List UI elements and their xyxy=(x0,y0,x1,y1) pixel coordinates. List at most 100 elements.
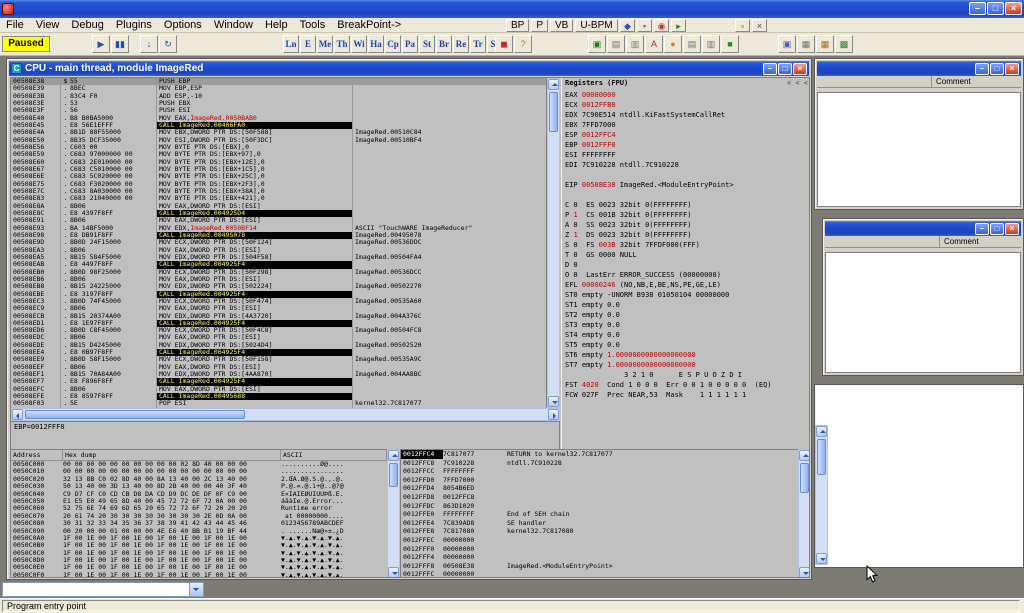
disasm-row[interactable]: 00508E83.C683 21040000 00MOV BYTE PTR DS… xyxy=(11,195,546,202)
dump-row[interactable]: 0050C06052 75 6E 74 69 6D 65 20 65 72 72… xyxy=(11,505,387,512)
register-line[interactable]: ESP 0012FFC4 xyxy=(562,130,810,140)
disasm-row[interactable]: 00508E56.C603 00MOV BYTE PTR DS:[EBX],0 xyxy=(11,144,546,151)
toolbar-letter-Cp[interactable]: Cp xyxy=(385,35,401,53)
register-line[interactable]: C 0 ES 0023 32bit 0(FFFFFFFF) xyxy=(562,200,810,210)
disasm-row[interactable]: 00508E60.C683 2E010000 00MOV BYTE PTR DS… xyxy=(11,159,546,166)
disasm-row[interactable]: 00508E39.8BECMOV EBP,ESP xyxy=(11,85,546,92)
disasm-row[interactable]: 00508E50.8B35 DCF35000MOV ESI,DWORD PTR … xyxy=(11,137,546,144)
grid-icon[interactable]: ▦ xyxy=(797,35,815,53)
breakpoint-list-icon[interactable]: ◆ xyxy=(620,19,635,32)
grid2-icon[interactable]: ▦ xyxy=(816,35,834,53)
stack-row[interactable]: 0012FFE87C817080kernel32.7C817080 xyxy=(401,527,798,536)
disasm-row[interactable]: 00508E3E.53PUSH EBX xyxy=(11,100,546,107)
toolbar-letter-Pa[interactable]: Pa xyxy=(402,35,418,53)
disasm-row[interactable]: 00508EF1.8B15 70A84A00MOV EDX,DWORD PTR … xyxy=(11,371,546,378)
rw2-body[interactable] xyxy=(825,252,1021,373)
register-line[interactable]: 3 2 1 0 E S P U O Z D I xyxy=(562,370,810,380)
dump-row[interactable]: 0050C050E1 E5 E0 49 65 8D 40 00 45 72 72… xyxy=(11,498,387,505)
doc2-icon[interactable]: ▥ xyxy=(626,35,644,53)
toolbar-letter-Tr[interactable]: Tr xyxy=(470,35,486,53)
disasm-row[interactable]: 00508EA5.8B15 584F5000MOV EDX,DWORD PTR … xyxy=(11,254,546,261)
toolbar-letter-Wi[interactable]: Wi xyxy=(351,35,367,53)
doc3-icon[interactable]: ▤ xyxy=(683,35,701,53)
register-line[interactable]: EIP 00508E38 ImageRed.<ModuleEntryPoint> xyxy=(562,180,810,190)
disasm-row[interactable]: 00508EFE.E8 8597F8FFCALL ImageRed.004956… xyxy=(11,393,546,400)
run-icon[interactable]: ▶ xyxy=(92,35,110,53)
dump-row[interactable]: 0050C00000 00 00 00 00 00 00 00 00 00 02… xyxy=(11,461,387,468)
toolbar-letter-E[interactable]: E xyxy=(300,35,316,53)
disasm-row[interactable]: 00508E4A.8B1D 88F55000MOV EBX,DWORD PTR … xyxy=(11,129,546,136)
disasm-row[interactable]: 00508E3B.83C4 F0ADD ESP,-10 xyxy=(11,93,546,100)
rw1-comment-column[interactable]: Comment xyxy=(932,76,971,87)
new-window-icon[interactable]: ▣ xyxy=(588,35,606,53)
rw1-minimize-button[interactable]: – xyxy=(975,63,989,75)
dump-row[interactable]: 0050C0E01F 00 1E 00 1F 00 1E 00 1F 00 1E… xyxy=(11,564,387,571)
disasm-row[interactable]: 00508ED1.E8 1E97F8FFCALL ImageRed.004925… xyxy=(11,320,546,327)
restore-window-icon[interactable]: ▫ xyxy=(735,19,750,32)
register-line[interactable]: EDI 7C910228 ntdll.7C910228 xyxy=(562,160,810,170)
register-line[interactable]: ST2 empty 0.0 xyxy=(562,310,810,320)
dump-row[interactable]: 0050C0F01F 00 1E 00 1F 00 1E 00 1F 00 1E… xyxy=(11,572,387,578)
step-into-icon[interactable]: ↓ xyxy=(140,35,158,53)
disasm-row[interactable]: 00508E93.BA 14BF5000MOV EDX,ImageRed.005… xyxy=(11,225,546,232)
dump-row[interactable]: 0050C02032 13 8B C0 02 8D 40 00 8A 13 40… xyxy=(11,476,387,483)
disasm-row[interactable]: 00508EDC.8B06MOV EAX,DWORD PTR DS:[ESI] xyxy=(11,334,546,341)
dump-row[interactable]: 0050C09000 20 00 00 01 00 00 00 4E E6 40… xyxy=(11,528,387,535)
minimize-button[interactable]: – xyxy=(969,2,986,15)
dump-header-address[interactable]: Address xyxy=(11,450,63,460)
dump-row[interactable]: 0050C0A01F 00 1E 00 1F 00 1E 00 1F 00 1E… xyxy=(11,535,387,542)
register-line[interactable]: EBX 7FFD7000 xyxy=(562,120,810,130)
target-icon[interactable]: ◉ xyxy=(654,19,669,32)
help-icon[interactable]: ? xyxy=(514,35,532,53)
disasm-row[interactable]: 00508E40.B8 B0BA5000MOV EAX,ImageRed.005… xyxy=(11,115,546,122)
menu-item-help[interactable]: Help xyxy=(259,18,294,32)
dump-row[interactable]: 0050C07020 61 74 20 30 30 30 30 30 30 30… xyxy=(11,513,387,520)
toolbar-letter-Ln[interactable]: Ln xyxy=(283,35,299,53)
menu-item-debug[interactable]: Debug xyxy=(65,18,109,32)
stack-row[interactable]: 0012FFD80012FFC8 xyxy=(401,493,798,502)
menu-item-plugins[interactable]: Plugins xyxy=(110,18,158,32)
breakpoint-icon[interactable]: ◼ xyxy=(495,35,513,53)
disassembly-vscrollbar[interactable] xyxy=(547,78,560,408)
register-line[interactable]: EAX 00000000 xyxy=(562,90,810,100)
toolbar-letter-Th[interactable]: Th xyxy=(334,35,350,53)
disasm-row[interactable]: 00508E9D.8B0D 24F15000MOV ECX,DWORD PTR … xyxy=(11,239,546,246)
disasm-row[interactable]: 00508EDE.8B15 D4245000MOV EDX,DWORD PTR … xyxy=(11,342,546,349)
command-combobox-value[interactable] xyxy=(3,583,189,596)
disasm-row[interactable]: 00508E8A.8B06MOV EAX,DWORD PTR DS:[ESI] xyxy=(11,203,546,210)
stack-row[interactable]: 0012FFDC863D1020 xyxy=(401,502,798,511)
dump-header-hex[interactable]: Hex dump xyxy=(63,450,281,460)
rw2-comment-column[interactable]: Comment xyxy=(940,236,979,247)
register-line[interactable]: A 0 SS 0023 32bit 0(FFFFFFFF) xyxy=(562,220,810,230)
rw2-minimize-button[interactable]: – xyxy=(975,223,989,235)
menu-plugin-button-ubpm[interactable]: U-BPM xyxy=(575,19,617,32)
toolbar-letter-Br[interactable]: Br xyxy=(436,35,452,53)
flag-icon[interactable]: ▸ xyxy=(671,19,686,32)
registers-collapse-marks[interactable]: < < < xyxy=(787,78,808,90)
maximize-button[interactable]: □ xyxy=(987,2,1004,15)
register-line[interactable]: EDX 7C90E514 ntdll.KiFastSystemCallRet xyxy=(562,110,810,120)
disasm-row[interactable]: 00508E45.E8 56E1EFFFCALL ImageRed.00406F… xyxy=(11,122,546,129)
dump-row[interactable]: 0050C0C01F 00 1E 00 1F 00 1E 00 1F 00 1E… xyxy=(11,550,387,557)
disasm-row[interactable]: 00508E38$55PUSH EBP xyxy=(11,78,546,85)
menu-item-window[interactable]: Window xyxy=(208,18,259,32)
register-line[interactable]: ST6 empty 1.0000000000000000000 xyxy=(562,350,810,360)
register-line[interactable]: T 0 GS 0000 NULL xyxy=(562,250,810,260)
stack-row[interactable]: 0012FFEC00000000 xyxy=(401,536,798,545)
disasm-row[interactable]: 00508E3F.56PUSH ESI xyxy=(11,107,546,114)
cpu-window-titlebar[interactable]: C CPU - main thread, module ImageRed – □… xyxy=(9,61,809,76)
disasm-row[interactable]: 00508E91.8B06MOV EAX,DWORD PTR DS:[ESI] xyxy=(11,217,546,224)
stack-row[interactable]: 0012FFC47C817077RETURN to kernel32.7C817… xyxy=(401,450,798,459)
register-line[interactable]: FST 4020 Cond 1 0 0 0 Err 0 0 1 0 0 0 0 … xyxy=(562,380,810,390)
dump-row[interactable]: 0050C01000 00 00 00 00 00 00 00 00 00 00… xyxy=(11,468,387,475)
disasm-row[interactable]: 00508EAB.E8 4497F8FFCALL ImageRed.004925… xyxy=(11,261,546,268)
disasm-row[interactable]: 00508EB6.8B06MOV EAX,DWORD PTR DS:[ESI] xyxy=(11,276,546,283)
menu-item-options[interactable]: Options xyxy=(158,18,208,32)
disasm-row[interactable]: 00508E67.C683 C5010000 00MOV BYTE PTR DS… xyxy=(11,166,546,173)
dump-row[interactable]: 0050C040C9 D7 CF C0 CD CB D8 DA CD D9 DC… xyxy=(11,491,387,498)
doc-icon[interactable]: ▤ xyxy=(607,35,625,53)
stack-row[interactable]: 0012FFF400000000 xyxy=(401,553,798,562)
menu-plugin-button-vb[interactable]: VB xyxy=(550,19,573,32)
stack-row[interactable]: 0012FFD48054B6ED xyxy=(401,484,798,493)
disasm-row[interactable]: 00508E59.C683 97000000 00MOV BYTE PTR DS… xyxy=(11,151,546,158)
